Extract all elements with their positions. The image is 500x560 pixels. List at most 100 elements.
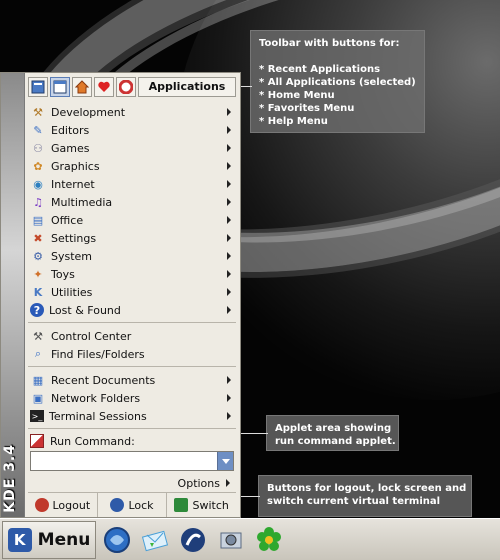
- submenu-arrow-icon: [227, 180, 231, 189]
- menu-item-label: Lost & Found: [49, 303, 121, 317]
- menu-item-label: Games: [51, 141, 90, 155]
- help-question-icon: ?: [30, 303, 44, 318]
- lock-button[interactable]: Lock: [98, 493, 168, 517]
- switch-button[interactable]: Switch: [167, 493, 236, 517]
- menu-item-label: Toys: [51, 267, 75, 281]
- run-command-dropdown-button[interactable]: [217, 452, 233, 471]
- menu-item-label: Editors: [51, 123, 90, 137]
- menu-item-office[interactable]: ▤ Office: [28, 211, 236, 229]
- menu-item-utilities[interactable]: K Utilities: [28, 283, 236, 301]
- konqueror-browser-icon: [104, 526, 130, 553]
- callout-line: [259, 50, 416, 63]
- system-icon: ⚙: [33, 249, 43, 263]
- menu-item-graphics[interactable]: ✿ Graphics: [28, 157, 236, 175]
- editor-pencil-icon: ✎: [33, 123, 43, 137]
- callout-applet: Applet area showing run command applet.: [266, 415, 399, 451]
- help-lifebuoy-icon: [119, 79, 133, 94]
- kde-logo-icon: K: [7, 527, 32, 552]
- kmail-launcher[interactable]: [138, 523, 172, 557]
- gamepad-icon: ⚇: [33, 141, 43, 155]
- submenu-arrow-icon: [227, 288, 231, 297]
- settings-tools-icon: ✖: [33, 231, 43, 245]
- menu-item-games[interactable]: ⚇ Games: [28, 139, 236, 157]
- callout-line: run command applet.: [275, 436, 396, 447]
- callout-line: switch current virtual terminal: [267, 496, 441, 507]
- menu-item-development[interactable]: ⚒ Development: [28, 103, 236, 121]
- menu-item-label: Terminal Sessions: [49, 409, 147, 423]
- submenu-arrow-icon: [227, 306, 231, 315]
- menu-item-editors[interactable]: ✎ Editors: [28, 121, 236, 139]
- logout-button[interactable]: Logout: [28, 493, 98, 517]
- terminal-launcher-icon: [181, 527, 205, 552]
- submenu-arrow-icon: [227, 144, 231, 153]
- menu-item-recent-documents[interactable]: ▦ Recent Documents: [28, 371, 236, 389]
- menu-item-network-folders[interactable]: ▣ Network Folders: [28, 389, 236, 407]
- digikam-launcher[interactable]: [214, 523, 248, 557]
- submenu-arrow-icon: [227, 412, 231, 421]
- options-label: Options: [177, 476, 220, 490]
- recent-applications-button[interactable]: [28, 76, 48, 97]
- callout-toolbar: Toolbar with buttons for: * Recent Appli…: [250, 30, 425, 133]
- submenu-arrow-icon: [227, 198, 231, 207]
- menu-item-label: Control Center: [51, 329, 132, 343]
- submenu-arrow-icon: [227, 376, 231, 385]
- callout-pointer: [240, 433, 268, 434]
- callout-line: * Help Menu: [259, 116, 328, 127]
- submenu-arrow-icon: [227, 108, 231, 117]
- konqueror-launcher[interactable]: [100, 523, 134, 557]
- find-files-icon: ⌕: [34, 347, 42, 361]
- globe-icon: ◉: [33, 177, 43, 191]
- run-command-input[interactable]: [30, 451, 234, 472]
- home-menu-button[interactable]: [72, 76, 92, 97]
- menu-separator: [28, 322, 236, 324]
- menu-item-label: Recent Documents: [51, 373, 156, 387]
- lock-label: Lock: [128, 498, 154, 512]
- recent-documents-icon: ▦: [32, 373, 44, 387]
- logout-label: Logout: [52, 498, 91, 512]
- kmenu-button[interactable]: K Menu: [2, 520, 96, 559]
- switch-user-icon: [174, 498, 189, 513]
- menu-item-control-center[interactable]: ⚒ Control Center: [28, 327, 236, 345]
- callout-line: Applet area showing: [275, 423, 392, 434]
- menu-item-label: Find Files/Folders: [51, 347, 145, 361]
- kde-version-label: KDE 3.4: [2, 444, 18, 513]
- submenu-arrow-icon: [227, 252, 231, 261]
- digikam-photo-icon: [220, 532, 242, 548]
- menu-item-internet[interactable]: ◉ Internet: [28, 175, 236, 193]
- menu-item-lost-and-found[interactable]: ? Lost & Found: [28, 301, 236, 319]
- menu-item-system[interactable]: ⚙ System: [28, 247, 236, 265]
- menu-toolbar: Applications: [28, 76, 236, 97]
- options-button[interactable]: Options: [28, 475, 236, 491]
- submenu-arrow-icon: [227, 234, 231, 243]
- menu-sidebar-banner: KDE 3.4: [1, 73, 25, 517]
- palette-icon: ✿: [33, 159, 43, 173]
- callout-line: Toolbar with buttons for:: [259, 38, 400, 49]
- menu-item-multimedia[interactable]: ♫ Multimedia: [28, 193, 236, 211]
- callout-pointer: [240, 496, 260, 497]
- control-center-icon: ⚒: [33, 329, 43, 343]
- menu-item-settings[interactable]: ✖ Settings: [28, 229, 236, 247]
- favorites-heart-icon: [98, 81, 110, 92]
- menu-item-label: Internet: [51, 177, 95, 191]
- terminal-launcher[interactable]: [176, 523, 210, 557]
- kmail-icon: [141, 530, 169, 551]
- callout-line: Buttons for logout, lock screen and: [267, 483, 467, 494]
- help-menu-button[interactable]: [116, 76, 136, 97]
- menu-item-terminal-sessions[interactable]: >_ Terminal Sessions: [28, 407, 236, 425]
- terminal-icon: >_: [30, 410, 44, 423]
- lock-icon: [110, 498, 125, 513]
- submenu-arrow-icon: [227, 126, 231, 135]
- callout-line: * Home Menu: [259, 90, 335, 101]
- submenu-arrow-icon: [227, 394, 231, 403]
- menu-item-label: Development: [51, 105, 126, 119]
- icq-flower-icon: [257, 526, 281, 551]
- all-applications-button[interactable]: [50, 76, 70, 97]
- icq-launcher[interactable]: [252, 523, 286, 557]
- favorites-menu-button[interactable]: [94, 76, 114, 97]
- menu-item-find-files[interactable]: ⌕ Find Files/Folders: [28, 345, 236, 363]
- hammer-icon: ⚒: [33, 105, 43, 119]
- submenu-arrow-icon: [227, 270, 231, 279]
- menu-separator: [28, 428, 236, 430]
- toys-icon: ✦: [33, 267, 43, 281]
- menu-item-toys[interactable]: ✦ Toys: [28, 265, 236, 283]
